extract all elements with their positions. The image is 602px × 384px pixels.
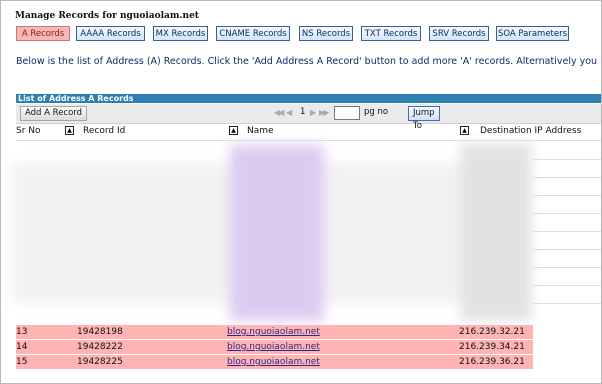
next-page-icon[interactable]: ▶ [310, 108, 316, 117]
grid-line [533, 249, 601, 250]
row-ip: 216.239.32.21 [459, 327, 525, 337]
redacted-rows-area [12, 143, 531, 323]
row-sr-no: 15 [16, 357, 28, 367]
last-page-icon[interactable]: ▶▶ [319, 108, 329, 117]
jump-to-button[interactable]: Jump To [408, 106, 440, 131]
row-ip: 216.239.34.21 [459, 342, 525, 352]
col-header-sr-no: Sr No [16, 126, 41, 136]
grid-line [533, 303, 601, 304]
header-divider [16, 140, 601, 141]
sort-icon[interactable]: ▲ [65, 126, 74, 135]
table-row: 15 19428225 blog.nguoiaolam.net 216.239.… [16, 355, 533, 370]
tab-soa-parameters[interactable]: SOA Parameters [496, 26, 569, 41]
prev-page-icon[interactable]: ◀ [286, 108, 292, 117]
col-header-destination-ip: Destination IP Address [480, 126, 582, 136]
tab-mx-records[interactable]: MX Records [153, 26, 208, 41]
row-ip: 216.239.36.21 [459, 357, 525, 367]
tab-cname-records[interactable]: CNAME Records [216, 26, 290, 41]
row-name-link[interactable]: blog.nguoiaolam.net [227, 327, 320, 337]
grid-line [533, 213, 601, 214]
row-record-id: 19428222 [77, 342, 123, 352]
grid-line [533, 195, 601, 196]
records-description: Below is the list of Address (A) Records… [16, 56, 602, 67]
grid-line [533, 231, 601, 232]
table-row: 14 19428222 blog.nguoiaolam.net 216.239.… [16, 340, 533, 355]
redacted-ip-column [461, 143, 531, 321]
tab-srv-records[interactable]: SRV Records [429, 26, 489, 41]
add-a-record-button[interactable]: Add A Record [20, 106, 88, 121]
screenshot-frame: Manage Records for nguoiaolam.net A Reco… [0, 0, 602, 384]
row-record-id: 19428225 [77, 357, 123, 367]
grid-line [533, 159, 601, 160]
records-toolbar: Add A Record ◀◀ ◀ 1 ▶ ▶▶ pg no Jump To [16, 104, 601, 131]
first-page-icon[interactable]: ◀◀ [274, 108, 284, 117]
grid-line [533, 285, 601, 286]
table-row: 13 19428198 blog.nguoiaolam.net 216.239.… [16, 325, 533, 340]
tab-txt-records[interactable]: TXT Records [361, 26, 421, 41]
sort-icon[interactable]: ▲ [460, 126, 469, 135]
row-record-id: 19428198 [77, 327, 123, 337]
col-header-name: Name [247, 126, 274, 136]
tab-aaaa-records[interactable]: AAAA Records [76, 26, 145, 41]
section-header: List of Address A Records [16, 94, 601, 103]
sort-icon[interactable]: ▲ [229, 126, 238, 135]
redacted-name-column [230, 145, 324, 321]
current-page-number: 1 [300, 107, 306, 117]
page-number-input[interactable] [334, 106, 360, 120]
pg-no-label: pg no [364, 107, 389, 117]
grid-line [533, 267, 601, 268]
row-name-link[interactable]: blog.nguoiaolam.net [227, 342, 320, 352]
tab-ns-records[interactable]: NS Records [299, 26, 353, 41]
page-title: Manage Records for nguoiaolam.net [15, 11, 199, 21]
tab-a-records[interactable]: A Records [16, 26, 70, 41]
row-sr-no: 14 [16, 342, 28, 352]
grid-line [533, 177, 601, 178]
row-sr-no: 13 [16, 327, 28, 337]
row-name-link[interactable]: blog.nguoiaolam.net [227, 357, 320, 367]
col-header-record-id: Record Id [83, 126, 126, 136]
